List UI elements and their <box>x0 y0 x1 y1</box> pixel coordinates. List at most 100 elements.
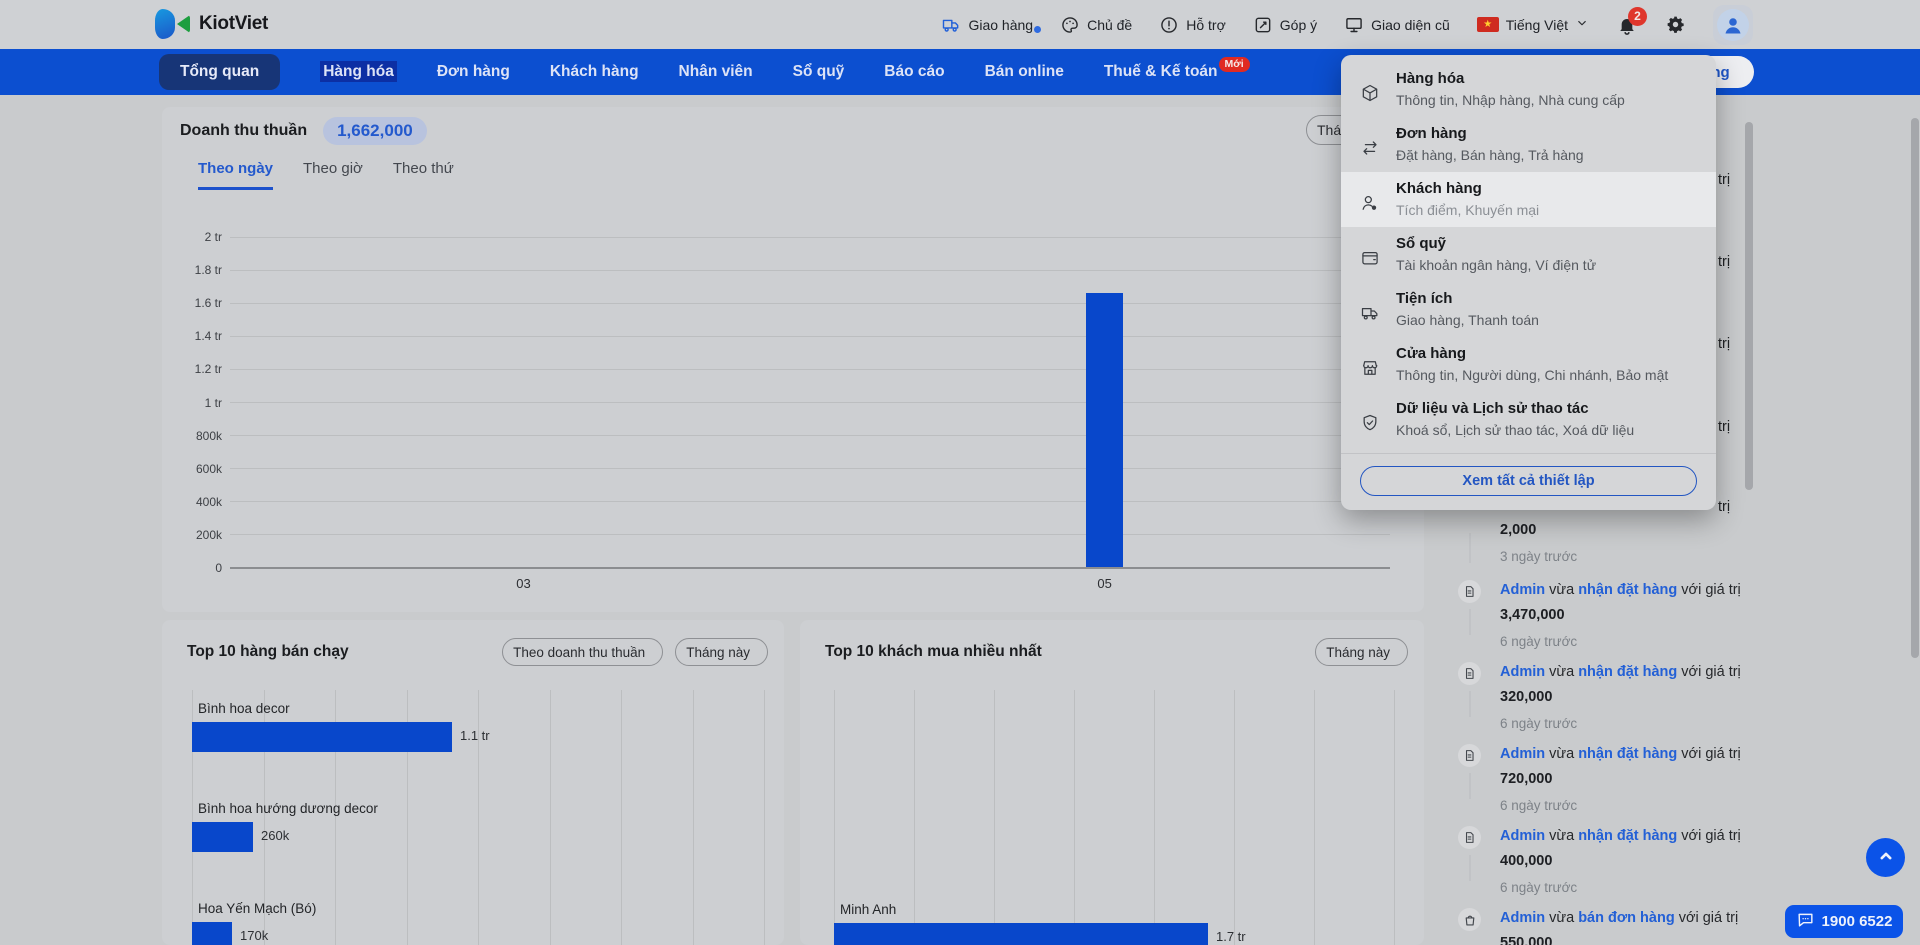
activity-action-link[interactable]: nhận đặt hàng <box>1578 746 1677 762</box>
menu-item-c-a-h-ng[interactable]: Cửa hàng Thông tin, Người dùng, Chi nhánh… <box>1341 337 1716 392</box>
store-icon <box>1360 358 1382 383</box>
window-scrollbar[interactable] <box>1911 118 1919 658</box>
bar-value-label: 1.7 tr <box>1216 929 1246 944</box>
hotline-chat-button[interactable]: 1900 6522 <box>1785 905 1903 938</box>
products-metric-label: Theo doanh thu thuần <box>513 644 646 660</box>
header-item-label: Hỗ trợ <box>1186 16 1226 33</box>
scroll-to-top-button[interactable] <box>1866 838 1905 877</box>
top-products-card: Top 10 hàng bán chạy Theo doanh thu thuầ… <box>162 620 784 945</box>
bar-b-nh-hoa-decor[interactable] <box>192 722 452 752</box>
header-item-4[interactable]: Góp ý <box>1253 15 1317 35</box>
products-metric-select[interactable]: Theo doanh thu thuần <box>502 638 664 666</box>
activity-amount: 400,000 <box>1500 853 1553 869</box>
y-axis-tick: 1.8 tr <box>194 263 222 278</box>
gridline <box>230 302 1390 304</box>
y-axis-tick: 1.4 tr <box>194 329 222 344</box>
menu-item-subtitle: Tích điểm, Khuyến mại <box>1396 202 1540 218</box>
new-badge: Mới <box>1218 56 1250 72</box>
timeline-connector <box>1469 691 1471 717</box>
menu-item-subtitle: Đặt hàng, Bán hàng, Trả hàng <box>1396 147 1584 163</box>
activity-user-link[interactable]: Admin <box>1500 746 1545 762</box>
y-axis-tick: 400k <box>195 494 222 509</box>
header-item-label: Góp ý <box>1279 16 1318 33</box>
menu-item--n-h-ng[interactable]: Đơn hàng Đặt hàng, Bán hàng, Trả hàng <box>1341 117 1716 172</box>
swap-arrows-icon <box>1360 138 1382 163</box>
nav-tab-label: Báo cáo <box>884 63 945 80</box>
gridline <box>230 236 1390 238</box>
bar-b-nh-hoa-h-ng-d-ng-decor[interactable] <box>192 822 253 852</box>
menu-item-subtitle: Giao hàng, Thanh toán <box>1396 312 1539 328</box>
header-item-5[interactable]: Giao diện cũ <box>1344 15 1450 35</box>
activity-action-link[interactable]: nhận đặt hàng <box>1578 582 1677 598</box>
nav-tab-kh-ch-h-ng[interactable]: Khách hàng <box>550 63 639 81</box>
activity-action-link[interactable]: bán đơn hàng <box>1578 910 1675 926</box>
header-item-1[interactable]: Giao hàng <box>941 15 1042 35</box>
y-axis-tick: 800k <box>195 428 222 443</box>
kiotviet-logo-icon <box>155 8 191 40</box>
revenue-bar-05[interactable] <box>1086 292 1124 567</box>
y-axis-tick: 1.2 tr <box>194 362 222 377</box>
document-icon <box>1458 580 1481 603</box>
top-header: KiotViet Giao hàng Chủ đề Hỗ trợ Góp ý Giao … <box>0 0 1920 49</box>
activity-time: 6 ngày trước <box>1500 716 1578 731</box>
nav-tab-h-ng-h-a[interactable]: Hàng hóa <box>320 61 397 82</box>
net-revenue-value[interactable]: 1,662,000 <box>323 117 427 145</box>
gridline <box>230 269 1390 271</box>
top-customers-title: Top 10 khách mua nhiều nhất <box>825 643 1042 660</box>
activity-user-link[interactable]: Admin <box>1500 664 1545 680</box>
gridline <box>1154 690 1155 945</box>
bar-minh-anh[interactable] <box>834 923 1208 945</box>
menu-item-subtitle: Tài khoản ngân hàng, Ví điện tử <box>1396 257 1597 273</box>
menu-item-title: Cửa hàng <box>1396 345 1467 362</box>
shipping-truck-icon <box>1360 303 1382 328</box>
notifications-button[interactable]: 2 <box>1616 6 1647 36</box>
nav-tab-nh-n-vi-n[interactable]: Nhân viên <box>679 63 753 81</box>
activity-amount: 3,470,000 <box>1500 607 1565 623</box>
menu-item-s-qu-[interactable]: Sổ quỹ Tài khoản ngân hàng, Ví điện tử <box>1341 227 1716 282</box>
user-avatar-button[interactable] <box>1713 4 1753 45</box>
package-icon <box>1360 83 1382 108</box>
kiotviet-logo[interactable]: KiotViet <box>155 8 268 40</box>
feed-text-fragment: trị <box>1718 419 1731 435</box>
gridline <box>1394 690 1395 945</box>
customers-period-select[interactable]: Tháng này <box>1315 638 1408 666</box>
notification-dot <box>1034 25 1042 33</box>
revenue-tab-theo-gi-[interactable]: Theo giờ <box>303 160 363 190</box>
menu-item-d-li-u-v-l-ch-s-thao-t-c[interactable]: Dữ liệu và Lịch sử thao tác Khoá sổ, Lịch… <box>1341 392 1716 447</box>
revenue-tab-theo-ng-y[interactable]: Theo ngày <box>198 160 274 190</box>
settings-gear-button[interactable] <box>1665 14 1686 35</box>
activity-time: 6 ngày trước <box>1500 634 1578 649</box>
menu-item-ti-n-ch[interactable]: Tiện ích Giao hàng, Thanh toán <box>1341 282 1716 337</box>
products-period-select[interactable]: Tháng này <box>675 638 768 666</box>
nav-tab-b-o-c-o[interactable]: Báo cáo <box>884 63 944 81</box>
activity-user-link[interactable]: Admin <box>1500 828 1545 844</box>
nav-tab-label: Hàng hóa <box>320 61 397 82</box>
nav-tab--n-h-ng[interactable]: Đơn hàng <box>437 63 510 81</box>
header-item-3[interactable]: Hỗ trợ <box>1159 15 1226 35</box>
gridline <box>230 567 1390 569</box>
bar-hoa-y-n-m-ch-b-[interactable] <box>192 922 232 945</box>
header-item-2[interactable]: Chủ đề <box>1060 15 1132 35</box>
brand-name: KiotViet <box>199 13 269 34</box>
menu-item-h-ng-h-a[interactable]: Hàng hóa Thông tin, Nhập hàng, Nhà cung c… <box>1341 62 1716 117</box>
activity-user-link[interactable]: Admin <box>1500 910 1545 926</box>
nav-tab-label: Khách hàng <box>549 63 639 80</box>
nav-tab-s-qu-[interactable]: Sổ quỹ <box>793 63 845 81</box>
language-select[interactable]: ★ Tiếng Việt <box>1476 16 1589 33</box>
nav-tab-b-n-online[interactable]: Bán online <box>985 63 1064 81</box>
nav-tab-thu-k-to-n[interactable]: Thuế & Kế toán Mới <box>1104 56 1250 81</box>
view-all-settings-button[interactable]: Xem tất cả thiết lập <box>1360 466 1697 496</box>
wallet-icon <box>1360 248 1382 273</box>
activity-action-link[interactable]: nhận đặt hàng <box>1578 828 1677 844</box>
nav-tab-label: Đơn hàng <box>436 63 510 80</box>
nav-tab-t-ng-quan[interactable]: Tổng quan <box>159 54 281 90</box>
document-icon <box>1458 662 1481 685</box>
menu-item-kh-ch-h-ng[interactable]: Khách hàng Tích điểm, Khuyến mại <box>1341 172 1716 227</box>
revenue-tab-theo-th-[interactable]: Theo thứ <box>393 160 454 190</box>
gridline <box>230 368 1390 370</box>
activity-action-link[interactable]: nhận đặt hàng <box>1578 664 1677 680</box>
content-scrollbar[interactable] <box>1745 122 1753 490</box>
feed-text-fragment: trị <box>1718 172 1731 188</box>
activity-user-link[interactable]: Admin <box>1500 582 1545 598</box>
nav-tab-label: Tổng quan <box>180 63 260 80</box>
